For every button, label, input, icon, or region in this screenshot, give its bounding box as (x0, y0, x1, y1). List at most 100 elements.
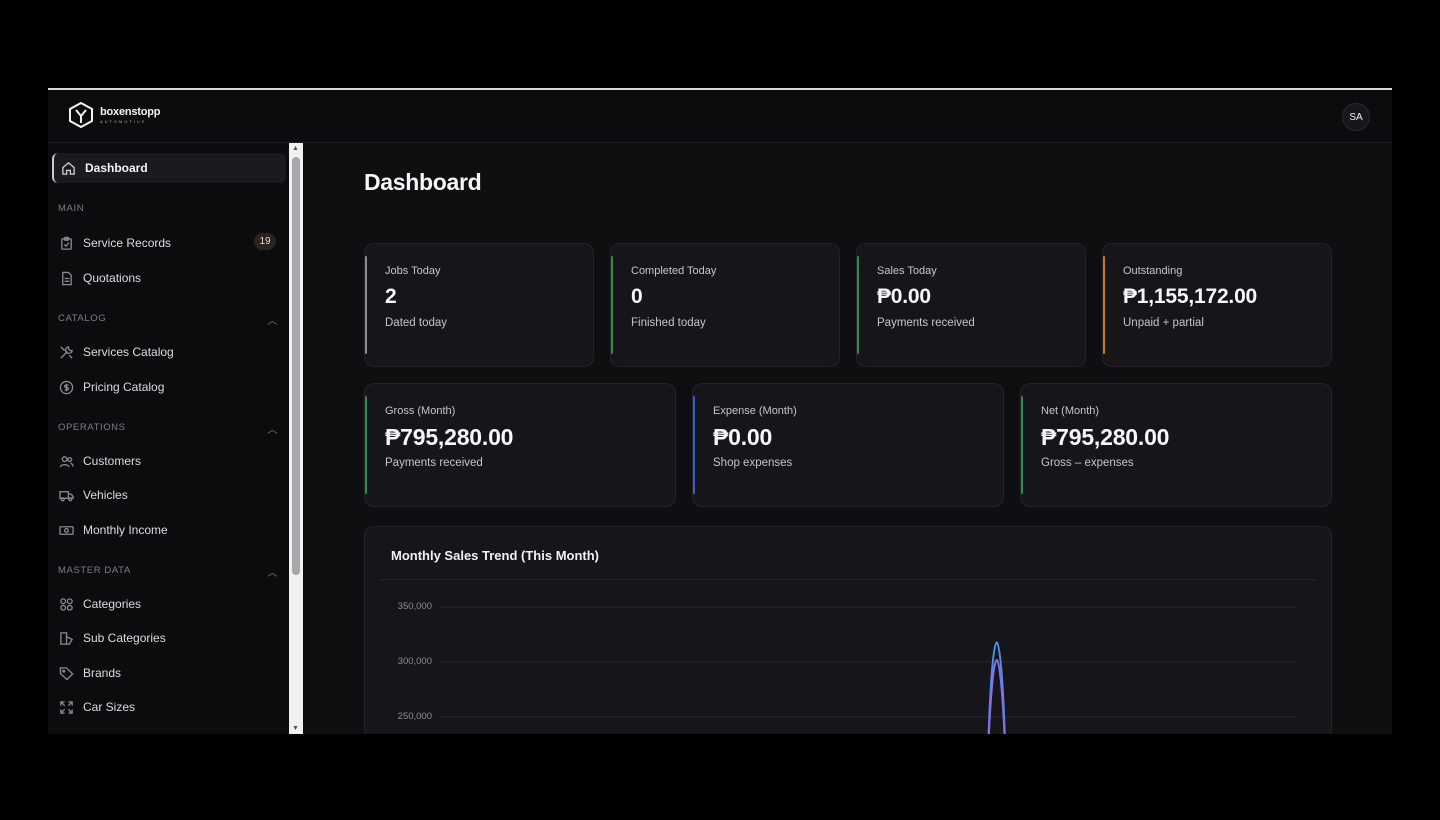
accent-bar (1103, 256, 1105, 354)
sidebar-item-label: Pricing Catalog (83, 380, 165, 394)
logo[interactable]: boxenstopp AUTOMOTIVE (68, 102, 161, 128)
wrench-icon (58, 344, 74, 360)
stat-label: Net (Month) (1041, 405, 1100, 417)
subcategory-icon (58, 630, 74, 646)
sidebar-item-pricing-catalog[interactable]: Pricing Catalog (58, 376, 164, 398)
tag-icon (58, 665, 74, 681)
sidebar-item-label: Car Sizes (83, 700, 136, 714)
sidebar-item-label: Categories (83, 597, 142, 611)
section-master-data[interactable]: MASTER DATA ︿ (58, 564, 278, 579)
grid-icon (58, 596, 74, 612)
stat-card-net-month: Net (Month) ₱795,280.00 Gross – expenses (1020, 383, 1332, 507)
stat-subtext: Dated today (385, 317, 448, 329)
section-main: MAIN (58, 203, 278, 214)
sidebar-item-label: Vehicles (83, 488, 128, 502)
accent-bar (365, 256, 367, 354)
stat-card-expense-month: Expense (Month) ₱0.00 Shop expenses (692, 383, 1004, 507)
accent-bar (693, 396, 695, 494)
series-line-1 (987, 658, 1006, 734)
stat-value: ₱0.00 (877, 285, 931, 308)
sales-trend-chart-card: Monthly Sales Trend (This Month) 350,000… (364, 526, 1332, 734)
stat-value: ₱795,280.00 (385, 424, 514, 450)
stat-card-jobs-today: Jobs Today 2 Dated today (364, 243, 594, 367)
scroll-up-arrow-icon[interactable]: ▲ (292, 145, 299, 152)
accent-bar (857, 256, 859, 354)
sidebar-item-dashboard[interactable]: Dashboard (52, 153, 286, 183)
sidebar-item-label: Customers (83, 454, 142, 468)
sidebar-item-service-records[interactable]: Service Records 19 (58, 232, 284, 254)
stat-subtext: Unpaid + partial (1123, 317, 1204, 329)
chevron-up-icon[interactable]: ︿ (267, 421, 278, 436)
expand-icon (58, 699, 74, 715)
stat-value: ₱0.00 (713, 424, 773, 450)
sidebar-item-label: Service Records (83, 236, 172, 250)
stat-subtext: Finished today (631, 317, 706, 329)
users-icon (58, 453, 74, 469)
app-window: boxenstopp AUTOMOTIVE SA Dashboard MAIN … (48, 88, 1392, 734)
sidebar: Dashboard MAIN Service Records 19 Quotat… (48, 143, 288, 734)
stat-card-sales-today: Sales Today ₱0.00 Payments received (856, 243, 1086, 367)
count-badge: 19 (254, 233, 276, 250)
stat-subtext: Gross – expenses (1041, 457, 1134, 469)
sidebar-scrollbar[interactable]: ▲ ▼ (289, 143, 303, 734)
sidebar-item-label: Sub Categories (83, 631, 166, 645)
sidebar-item-label: Services Catalog (83, 345, 174, 359)
avatar[interactable]: SA (1342, 103, 1370, 131)
stat-label: Sales Today (877, 265, 937, 277)
sidebar-item-services-catalog[interactable]: Services Catalog (58, 341, 174, 363)
stat-value: ₱1,155,172.00 (1123, 285, 1258, 308)
chevron-up-icon[interactable]: ︿ (267, 564, 278, 579)
stat-card-gross-month: Gross (Month) ₱795,280.00 Payments recei… (364, 383, 676, 507)
chevron-up-icon[interactable]: ︿ (267, 312, 278, 327)
section-title: MAIN (58, 203, 85, 214)
logo-name: boxenstopp (100, 105, 161, 118)
sidebar-item-label: Brands (83, 666, 122, 680)
accent-bar (611, 256, 613, 354)
clipboard-icon (58, 235, 74, 251)
stat-subtext: Payments received (385, 457, 483, 469)
section-title: OPERATIONS (58, 422, 126, 433)
section-title: MASTER DATA (58, 565, 131, 576)
stat-value: 0 (631, 285, 643, 308)
chart-plot (439, 606, 1297, 734)
accent-bar (1021, 396, 1023, 494)
sidebar-item-quotations[interactable]: Quotations (58, 267, 141, 289)
sidebar-item-brands[interactable]: Brands (58, 662, 121, 684)
cash-icon (58, 522, 74, 538)
page-title: Dashboard (364, 169, 482, 195)
top-bar: boxenstopp AUTOMOTIVE SA (48, 90, 1392, 143)
logo-mark-icon (69, 102, 93, 128)
stat-label: Gross (Month) (385, 405, 456, 417)
dollar-icon (58, 379, 74, 395)
stat-value: ₱795,280.00 (1041, 424, 1170, 450)
truck-icon (58, 487, 74, 503)
sidebar-item-monthly-income[interactable]: Monthly Income (58, 519, 168, 541)
stat-label: Outstanding (1123, 265, 1183, 277)
stat-card-completed-today: Completed Today 0 Finished today (610, 243, 840, 367)
accent-bar (365, 396, 367, 494)
sidebar-item-label: Monthly Income (83, 523, 168, 537)
stat-label: Expense (Month) (713, 405, 797, 417)
stat-label: Completed Today (631, 265, 717, 277)
section-catalog[interactable]: CATALOG ︿ (58, 312, 278, 327)
sidebar-item-car-sizes[interactable]: Car Sizes (58, 696, 135, 718)
section-title: CATALOG (58, 313, 107, 324)
stat-label: Jobs Today (385, 265, 441, 277)
document-icon (58, 270, 74, 286)
home-icon (60, 160, 76, 176)
stat-card-outstanding: Outstanding ₱1,155,172.00 Unpaid + parti… (1102, 243, 1332, 367)
sidebar-item-categories[interactable]: Categories (58, 593, 141, 615)
section-operations[interactable]: OPERATIONS ︿ (58, 421, 278, 436)
sidebar-item-label: Quotations (83, 271, 142, 285)
sidebar-item-vehicles[interactable]: Vehicles (58, 484, 128, 506)
stat-subtext: Shop expenses (713, 457, 793, 469)
scroll-thumb[interactable] (292, 157, 300, 575)
sidebar-item-sub-categories[interactable]: Sub Categories (58, 627, 166, 649)
stat-value: 2 (385, 285, 397, 308)
main-content: Dashboard Jobs Today 2 Dated today Compl… (304, 143, 1392, 734)
sidebar-item-label: Dashboard (85, 161, 148, 175)
stat-subtext: Payments received (877, 317, 975, 329)
scroll-down-arrow-icon[interactable]: ▼ (292, 725, 299, 732)
logo-subtitle: AUTOMOTIVE (100, 118, 147, 124)
sidebar-item-customers[interactable]: Customers (58, 450, 141, 472)
